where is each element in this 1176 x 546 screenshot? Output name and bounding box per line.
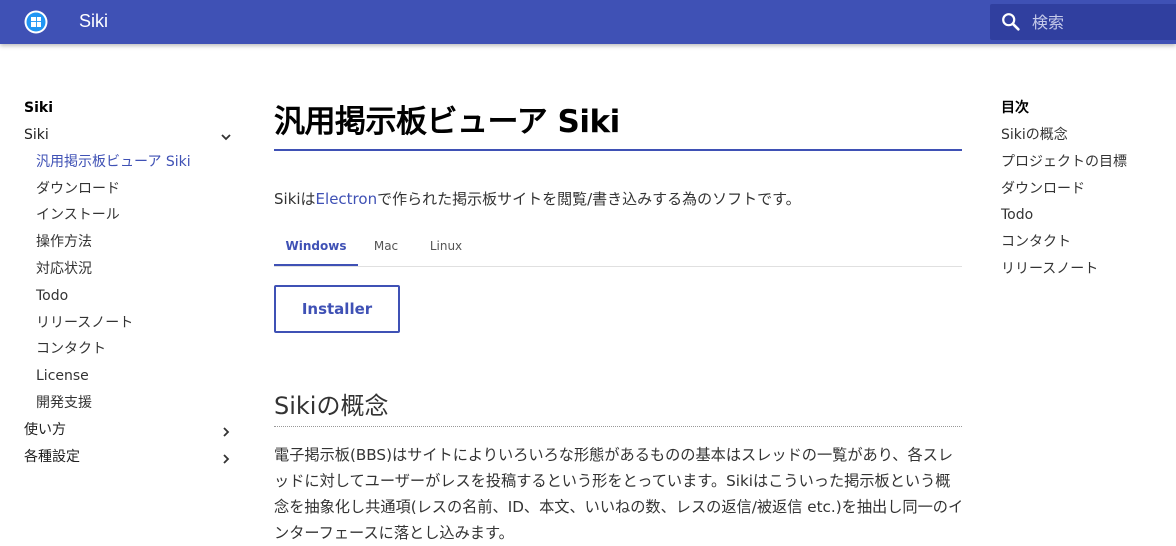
installer-button[interactable]: Installer xyxy=(274,285,400,333)
nav-section-label: 各種設定 xyxy=(24,448,80,465)
nav-item-siki-home[interactable]: 汎用掲示板ビューア Siki xyxy=(36,149,234,176)
chevron-right-icon[interactable] xyxy=(220,453,232,465)
nav-section-usage[interactable]: 使い方 xyxy=(24,417,234,444)
nav-item-download[interactable]: ダウンロード xyxy=(36,176,234,203)
search-icon[interactable] xyxy=(1000,11,1022,33)
nav-item-operation[interactable]: 操作方法 xyxy=(36,229,234,256)
section-heading: Sikiの概念 xyxy=(274,388,962,427)
nav-title[interactable]: Siki xyxy=(24,98,234,122)
toc-item-release-notes[interactable]: リリースノート xyxy=(1001,256,1171,283)
toc-item-download[interactable]: ダウンロード xyxy=(1001,176,1171,203)
toc-item-goals[interactable]: プロジェクトの目標 xyxy=(1001,149,1171,176)
tab-linux[interactable]: Linux xyxy=(422,229,470,264)
intro-text-after: で作られた掲示板サイトを閲覧/書き込みする為のソフトです。 xyxy=(377,190,801,208)
nav-section-settings[interactable]: 各種設定 xyxy=(24,444,234,471)
tab-mac[interactable]: Mac xyxy=(366,229,406,264)
toc-title: 目次 xyxy=(1001,100,1029,116)
nav-item-dev-support[interactable]: 開発支援 xyxy=(36,390,234,417)
nav-item-install[interactable]: インストール xyxy=(36,202,234,229)
main-content: 汎用掲示板ビューア Siki SikiはElectronで作られた掲示板サイトを… xyxy=(274,78,963,542)
siki-logo-icon[interactable] xyxy=(24,10,48,34)
search-box[interactable] xyxy=(990,4,1176,40)
nav-subsection: 汎用掲示板ビューア Siki ダウンロード インストール 操作方法 対応状況 T… xyxy=(24,149,234,417)
page-title: 汎用掲示板ビューア Siki xyxy=(274,78,962,151)
toc-item-todo[interactable]: Todo xyxy=(1001,202,1171,229)
search-input[interactable] xyxy=(1032,10,1172,34)
toc-item-contact[interactable]: コンタクト xyxy=(1001,229,1171,256)
os-tabs: Windows Mac Linux xyxy=(274,229,962,267)
nav-item-todo[interactable]: Todo xyxy=(36,283,234,310)
nav-item-license[interactable]: License xyxy=(36,363,234,390)
nav-item-contact[interactable]: コンタクト xyxy=(36,336,234,363)
top-header: Siki xyxy=(0,0,1176,44)
site-title[interactable]: Siki xyxy=(79,11,108,32)
toc-item-concept[interactable]: Sikiの概念 xyxy=(1001,122,1171,149)
intro-text: SikiはElectronで作られた掲示板サイトを閲覧/書き込みする為のソフトで… xyxy=(274,189,962,209)
nav-section-label: 使い方 xyxy=(24,421,66,438)
table-of-contents: 目次 Sikiの概念 プロジェクトの目標 ダウンロード Todo コンタクト リ… xyxy=(1001,98,1171,283)
nav-item-release-notes[interactable]: リリースノート xyxy=(36,310,234,337)
tab-windows[interactable]: Windows xyxy=(274,229,358,266)
section-paragraph: 電子掲示板(BBS)はサイトによりいろいろな形態があるものの基本はスレッドの一覧… xyxy=(274,446,964,542)
chevron-right-icon[interactable] xyxy=(220,426,232,438)
chevron-down-icon[interactable] xyxy=(220,131,232,143)
electron-link[interactable]: Electron xyxy=(316,190,378,208)
intro-text-before: Sikiは xyxy=(274,190,316,208)
nav-section-siki[interactable]: Siki xyxy=(24,122,234,149)
nav-section-label: Siki xyxy=(24,127,49,143)
nav-item-support-status[interactable]: 対応状況 xyxy=(36,256,234,283)
primary-navigation: Siki Siki 汎用掲示板ビューア Siki ダウンロード インストール 操… xyxy=(24,98,234,470)
